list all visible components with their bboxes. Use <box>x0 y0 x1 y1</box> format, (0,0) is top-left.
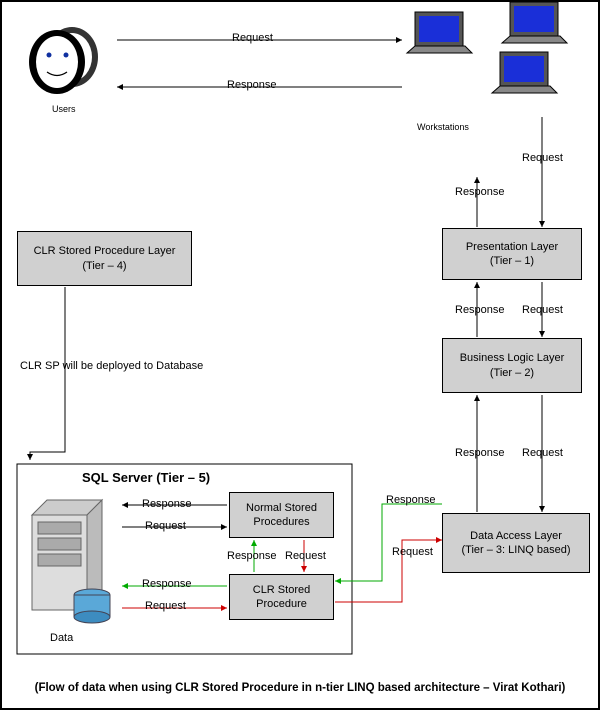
dal-title: Data Access Layer <box>470 529 562 543</box>
normal-clr-request: Request <box>285 550 326 562</box>
business-title: Business Logic Layer <box>460 351 565 365</box>
clr-sp-l2: Procedure <box>256 597 307 611</box>
ws-response-label: Response <box>455 186 505 198</box>
presentation-sub: (Tier – 1) <box>490 254 534 268</box>
data-normal-request: Request <box>145 520 186 532</box>
diagram-caption: (Flow of data when using CLR Stored Proc… <box>2 682 598 694</box>
bus-response-label: Response <box>455 447 505 459</box>
data-clr-response: Response <box>142 578 192 590</box>
normal-sp-l1: Normal Stored <box>246 501 317 515</box>
workstations-label: Workstations <box>417 122 469 132</box>
dal-clr-request: Request <box>392 546 433 558</box>
dal-box: Data Access Layer (Tier – 3: LINQ based) <box>442 513 590 573</box>
server-icon <box>32 500 110 623</box>
sql-server-title: SQL Server (Tier – 5) <box>82 470 210 485</box>
presentation-layer-box: Presentation Layer (Tier – 1) <box>442 228 582 280</box>
business-sub: (Tier – 2) <box>490 366 534 380</box>
dal-sub: (Tier – 3: LINQ based) <box>461 543 570 557</box>
workstations-icon <box>407 2 567 93</box>
clr-layer-sub: (Tier – 4) <box>82 259 126 273</box>
diagram-canvas: Users Workstations Request Response Requ… <box>0 0 600 710</box>
data-label: Data <box>50 632 73 644</box>
users-request-label: Request <box>232 32 273 44</box>
users-response-label: Response <box>227 79 277 91</box>
ws-request-label: Request <box>522 152 563 164</box>
data-normal-response: Response <box>142 498 192 510</box>
pres-request-label: Request <box>522 304 563 316</box>
clr-deploy-note: CLR SP will be deployed to Database <box>20 360 203 372</box>
clr-layer-box: CLR Stored Procedure Layer (Tier – 4) <box>17 231 192 286</box>
bus-request-label: Request <box>522 447 563 459</box>
clr-layer-title: CLR Stored Procedure Layer <box>34 244 176 258</box>
normal-sp-l2: Procedures <box>253 515 309 529</box>
clr-sp-box: CLR Stored Procedure <box>229 574 334 620</box>
data-clr-request: Request <box>145 600 186 612</box>
business-layer-box: Business Logic Layer (Tier – 2) <box>442 338 582 393</box>
users-label: Users <box>52 104 76 114</box>
clr-sp-l1: CLR Stored <box>253 583 310 597</box>
normal-sp-box: Normal Stored Procedures <box>229 492 334 538</box>
users-icon <box>29 27 98 94</box>
normal-clr-response: Response <box>227 550 277 562</box>
presentation-title: Presentation Layer <box>466 240 558 254</box>
pres-response-label: Response <box>455 304 505 316</box>
dal-clr-response: Response <box>386 494 436 506</box>
